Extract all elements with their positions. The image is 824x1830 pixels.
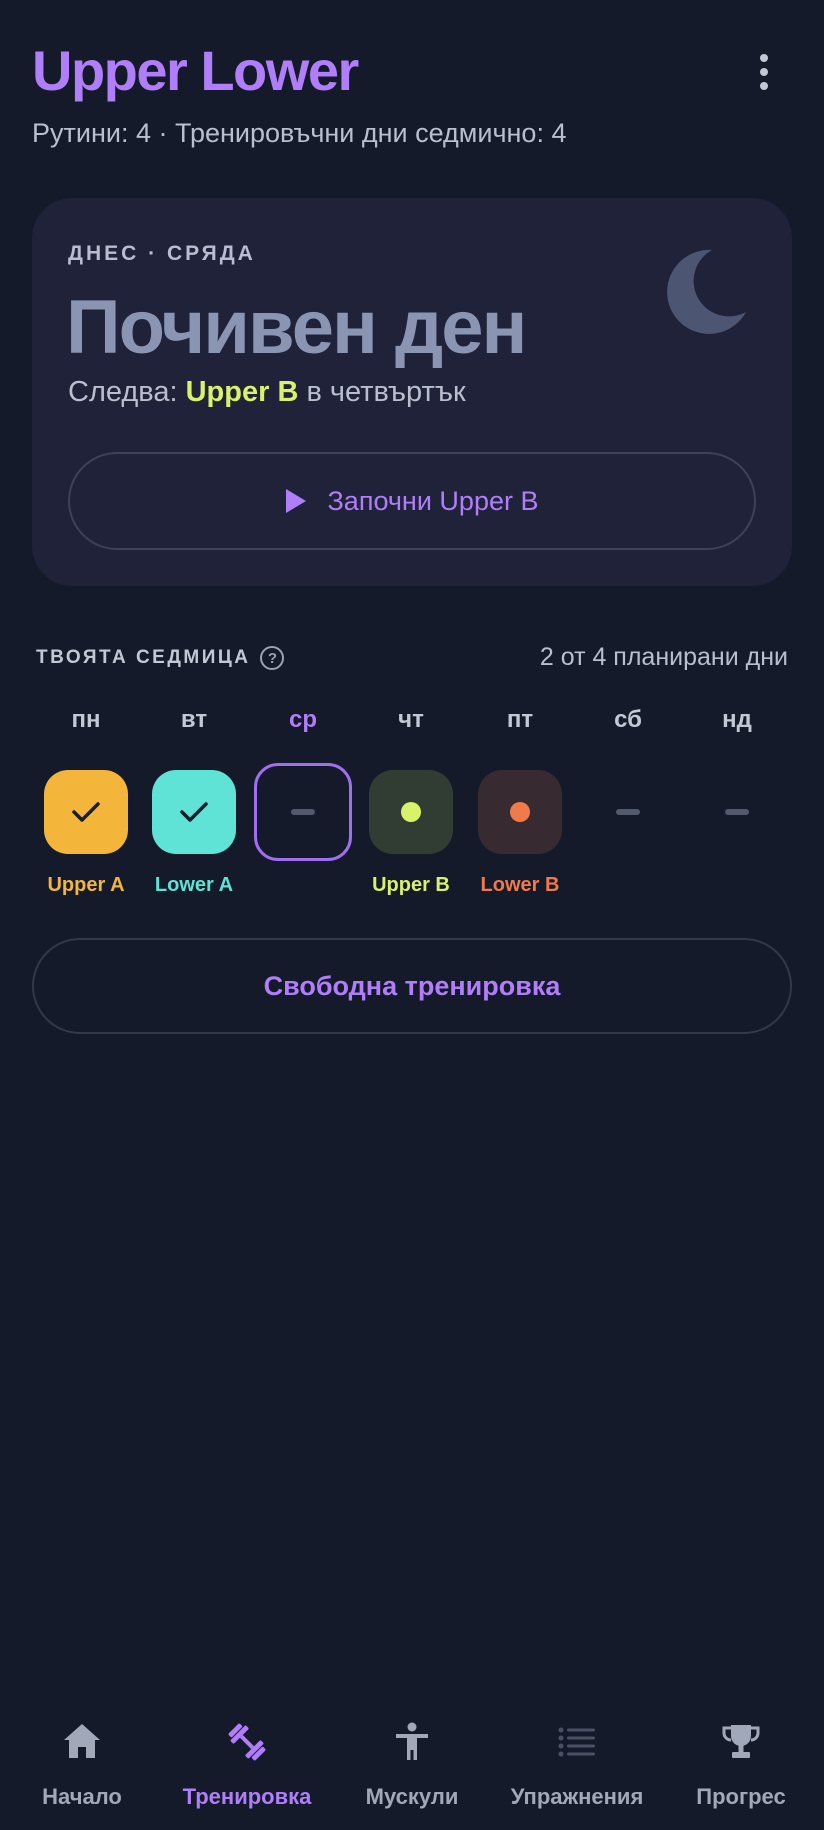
planned-dot [401,802,421,822]
next-routine-name: Upper B [185,376,299,408]
planned-dot [510,802,530,822]
day-name: нд [722,706,752,733]
week-section-label: ТВОЯТА СЕДМИЦА ? [36,646,285,670]
today-card: ДНЕС · СРЯДА Почивен ден Следва: Upper B… [32,198,792,586]
day-routine-name [687,874,787,900]
nav-label: Мускули [365,1784,459,1809]
day-tuesday[interactable]: вт Lower A [144,706,244,900]
nav-item-muscles[interactable]: Мускули [330,1720,494,1810]
nav-label: Упражнения [510,1784,644,1809]
day-status-box[interactable] [478,770,562,854]
nav-item-exercises[interactable]: Упражнения [495,1720,659,1810]
day-sunday[interactable]: нд [687,706,787,900]
day-routine-name: Lower B [480,874,560,896]
free-workout-button[interactable]: Свободна тренировка [32,938,792,1034]
workout-page: Upper Lower Рутини: 4 · Тренировъчни дни… [0,0,824,1830]
list-icon [558,1727,595,1757]
day-routine-name: Upper A [47,874,125,896]
next-suffix: в четвъртък [298,376,466,408]
day-status-box[interactable] [586,770,670,854]
start-routine-label: Започни Upper B [327,485,539,516]
today-label: ДНЕС · СРЯДА [68,242,256,265]
day-status-box-today[interactable] [254,763,352,861]
nav-label: Начало [42,1784,122,1809]
day-friday[interactable]: пт Lower B [470,706,570,900]
day-status-box[interactable] [44,770,128,854]
next-routine-line: Следва: Upper B в четвъртък [68,376,466,409]
person-icon [396,1722,428,1760]
day-name: пн [71,706,101,733]
bottom-nav: Начало Тренировка Мускули Упражнения Про… [0,1700,824,1830]
home-icon [64,1724,100,1758]
week-label-text: ТВОЯТА СЕДМИЦА [36,647,251,668]
day-status-box[interactable] [695,770,779,854]
day-saturday[interactable]: сб [578,706,678,900]
day-routine-name: Lower A [154,874,234,896]
week-summary: 2 от 4 планирани дни [539,643,788,671]
nav-item-workout[interactable]: Тренировка [165,1720,329,1810]
start-routine-button[interactable]: Започни Upper B [68,452,756,550]
nav-item-progress[interactable]: Прогрес [659,1720,823,1810]
day-monday[interactable]: пн Upper A [36,706,136,900]
day-routine-name [253,874,353,900]
day-routine-name [578,874,678,900]
day-name: вт [180,706,208,733]
play-icon [285,489,306,513]
dumbbell-icon [228,1723,266,1761]
check-icon [72,802,100,822]
day-name: пт [506,706,534,733]
day-thursday[interactable]: чт Upper B [361,706,461,900]
day-name: сб [614,706,642,733]
trophy-icon [722,1725,760,1758]
day-name: ср [288,706,317,733]
rest-dash [291,809,315,815]
rest-dash [616,809,640,815]
day-wednesday[interactable]: ср [253,706,353,900]
day-status-box[interactable] [152,770,236,854]
day-name: чт [398,706,424,733]
more-vertical-icon[interactable] [744,46,784,98]
check-icon [180,802,208,822]
rest-day-title: Почивен ден [66,285,527,370]
nav-item-home[interactable]: Начало [0,1720,164,1810]
help-icon[interactable]: ? [260,646,285,670]
day-routine-name: Upper B [372,874,450,896]
nav-label: Тренировка [182,1784,312,1809]
day-status-box[interactable] [369,770,453,854]
page-subtitle: Рутини: 4 · Тренировъчни дни седмично: 4 [32,118,567,148]
next-prefix: Следва: [68,376,186,408]
rest-dash [725,809,749,815]
page-title: Upper Lower [32,39,359,102]
moon-icon [667,249,746,334]
nav-label: Прогрес [696,1784,786,1809]
